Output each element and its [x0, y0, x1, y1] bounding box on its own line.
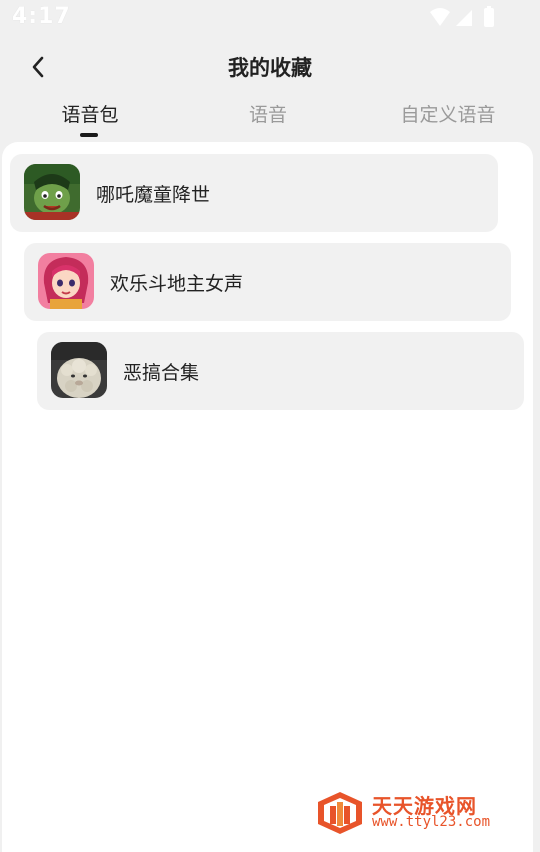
watermark: 天天游戏网 www.ttyl23.com — [314, 790, 514, 836]
header: 我的收藏 — [0, 40, 540, 92]
list-item[interactable]: 欢乐斗地主女声 — [24, 243, 511, 321]
status-icons — [428, 6, 498, 30]
battery-icon — [484, 6, 494, 27]
wifi-icon — [430, 8, 450, 26]
doudizhu-girl-avatar — [38, 253, 94, 309]
nezha-avatar — [24, 164, 80, 220]
item-label: 哪吒魔童降世 — [96, 184, 211, 206]
list-item[interactable]: 哪吒魔童降世 — [10, 154, 498, 232]
tab-voice[interactable]: 语音 — [246, 100, 290, 127]
signal-icon — [456, 10, 472, 26]
favorites-panel: 哪吒魔童降世 欢乐斗地主女声 恶搞合集 — [2, 142, 533, 852]
watermark-url: www.ttyl23.com — [372, 814, 491, 830]
page-title: 我的收藏 — [228, 56, 312, 80]
tab-bar: 语音包 语音 自定义语音 — [0, 96, 540, 140]
list-item[interactable]: 恶搞合集 — [37, 332, 524, 410]
tab-voice-pack[interactable]: 语音包 — [60, 100, 120, 127]
item-label: 欢乐斗地主女声 — [110, 273, 244, 295]
watermark-logo-icon — [318, 792, 362, 834]
tab-active-indicator — [80, 133, 98, 137]
status-bar: 4:17 — [0, 0, 540, 36]
status-time: 4:17 — [12, 4, 71, 29]
item-label: 恶搞合集 — [123, 362, 200, 384]
tab-custom-voice[interactable]: 自定义语音 — [398, 100, 498, 127]
sheep-avatar — [51, 342, 107, 398]
